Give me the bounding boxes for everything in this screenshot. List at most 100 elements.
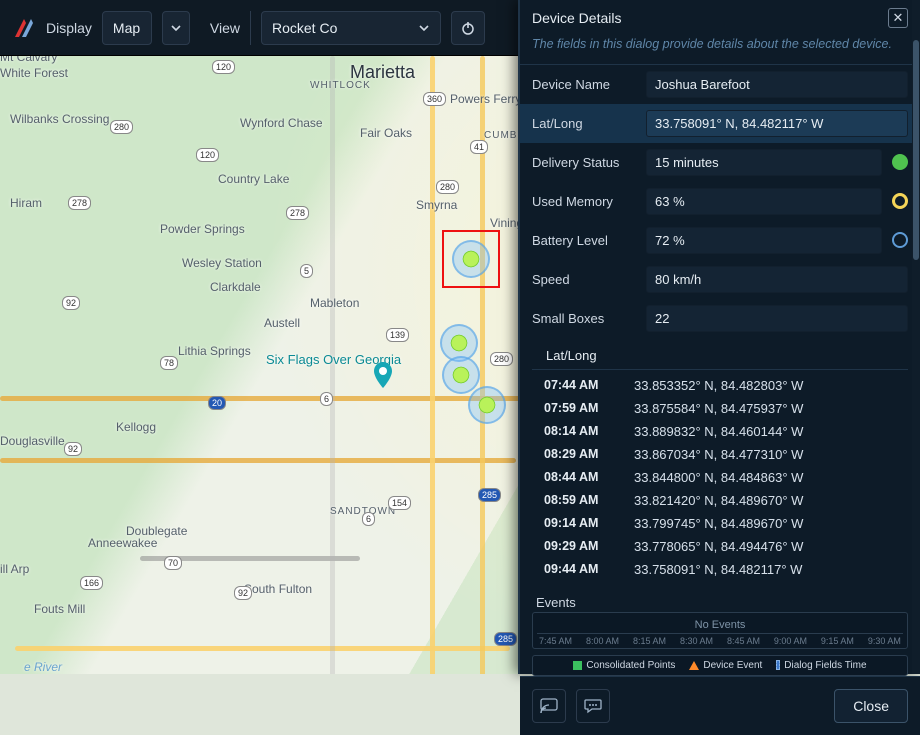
device-marker[interactable] — [442, 356, 480, 394]
map-river-label: e River — [24, 660, 62, 674]
route-shield: 285 — [494, 632, 517, 646]
display-value: Map — [113, 20, 140, 36]
map-place-label: Wesley Station — [182, 256, 262, 270]
map-area-label: WHITLOCK — [310, 80, 371, 91]
route-shield: 70 — [164, 556, 182, 570]
toolbar-divider — [250, 11, 251, 45]
field-label: Speed — [532, 272, 636, 287]
display-caret-button[interactable] — [162, 11, 190, 45]
panel-hint: The fields in this dialog provide detail… — [520, 36, 920, 65]
history-row: 08:59 AM33.821420° N, 84.489670° W — [532, 489, 908, 512]
route-shield: 278 — [286, 206, 309, 220]
cast-button[interactable] — [532, 689, 566, 723]
field-label: Battery Level — [532, 233, 636, 248]
device-event-icon — [689, 661, 699, 670]
field-used-memory: Used Memory 63 % — [520, 182, 920, 221]
poi-pin-icon[interactable] — [374, 362, 392, 388]
field-value[interactable]: 22 — [646, 305, 908, 332]
route-shield: 78 — [160, 356, 178, 370]
map-place-label: Anneewakee — [88, 536, 157, 550]
route-shield: 154 — [388, 496, 411, 510]
selected-device-highlight — [442, 230, 500, 288]
view-label: View — [210, 20, 240, 36]
map-place-label: Lithia Springs — [178, 344, 251, 358]
field-latlong: Lat/Long 33.758091° N, 84.482117° W — [520, 104, 920, 143]
map-place-label: Mt Calvary — [0, 56, 57, 64]
route-shield: 92 — [62, 296, 80, 310]
chat-icon — [584, 698, 602, 714]
history-row: 09:14 AM33.799745° N, 84.489670° W — [532, 512, 908, 535]
timeline-legend: Consolidated Points Device Event Dialog … — [532, 655, 908, 676]
field-value[interactable]: 72 % — [646, 227, 882, 254]
map-place-label: Kellogg — [116, 420, 156, 434]
events-heading: Events — [532, 589, 908, 612]
field-value[interactable]: 15 minutes — [646, 149, 882, 176]
route-shield: 41 — [470, 140, 488, 154]
field-device-name: Device Name Joshua Barefoot — [520, 65, 920, 104]
history-row: 08:29 AM33.867034° N, 84.477310° W — [532, 443, 908, 466]
route-shield: 120 — [212, 60, 235, 74]
route-shield: 360 — [423, 92, 446, 106]
power-button[interactable] — [451, 11, 485, 45]
field-value[interactable]: Joshua Barefoot — [646, 71, 908, 98]
panel-close-button[interactable]: ✕ — [888, 8, 908, 28]
route-shield: 139 — [386, 328, 409, 342]
route-shield: 166 — [80, 576, 103, 590]
field-small-boxes: Small Boxes 22 — [520, 299, 920, 338]
field-label: Device Name — [532, 77, 636, 92]
status-indicator-icon — [892, 232, 908, 248]
close-button[interactable]: Close — [834, 689, 908, 723]
panel-scrollbar[interactable] — [912, 0, 920, 674]
chat-button[interactable] — [576, 689, 610, 723]
history-row: 07:59 AM33.875584° N, 84.475937° W — [532, 397, 908, 420]
route-shield: 92 — [64, 442, 82, 456]
dialog-time-icon — [776, 660, 780, 670]
chevron-down-icon — [170, 22, 182, 34]
route-shield: 20 — [208, 396, 226, 410]
events-timeline[interactable]: No Events 7:45 AM 8:00 AM 8:15 AM 8:30 A… — [532, 612, 908, 649]
panel-footer: Close — [520, 676, 920, 735]
map-place-label: South Fulton — [244, 582, 312, 596]
route-shield: 92 — [234, 586, 252, 600]
field-label: Lat/Long — [532, 116, 636, 131]
field-label: Used Memory — [532, 194, 636, 209]
route-shield: 280 — [490, 352, 513, 366]
route-shield: 6 — [362, 512, 375, 526]
map-place-label: Douglasville — [0, 434, 65, 448]
display-label: Display — [46, 20, 92, 36]
map-place-label: Clarkdale — [210, 280, 261, 294]
view-select[interactable]: Rocket Co — [261, 11, 441, 45]
map-place-label: Smyrna — [416, 198, 457, 212]
history-row: 08:14 AM33.889832° N, 84.460144° W — [532, 420, 908, 443]
route-shield: 6 — [320, 392, 333, 406]
route-shield: 278 — [68, 196, 91, 210]
display-select[interactable]: Map — [102, 11, 152, 45]
map-place-label: Fouts Mill — [34, 602, 85, 616]
field-battery-level: Battery Level 72 % — [520, 221, 920, 260]
map-place-label: Country Lake — [218, 172, 289, 186]
latlong-history: 07:44 AM33.853352° N, 84.482803° W 07:59… — [520, 370, 920, 589]
no-events-label: No Events — [537, 619, 903, 634]
history-row: 09:44 AM33.758091° N, 84.482117° W — [532, 558, 908, 581]
field-value[interactable]: 80 km/h — [646, 266, 908, 293]
route-shield: 5 — [300, 264, 313, 278]
device-details-panel: Device Details ✕ The fields in this dial… — [518, 0, 920, 674]
history-heading: Lat/Long — [532, 338, 908, 370]
view-value: Rocket Co — [272, 20, 337, 36]
device-marker[interactable] — [468, 386, 506, 424]
consolidated-icon — [573, 661, 582, 670]
field-value[interactable]: 63 % — [646, 188, 882, 215]
cast-icon — [540, 698, 558, 714]
map-place-label: Powers Ferry — [450, 92, 521, 106]
status-indicator-icon — [892, 154, 908, 170]
history-row: 07:44 AM33.853352° N, 84.482803° W — [532, 374, 908, 397]
events-section: Events No Events 7:45 AM 8:00 AM 8:15 AM… — [532, 589, 908, 676]
map-place-label: Austell — [264, 316, 300, 330]
route-shield: 280 — [436, 180, 459, 194]
map-place-label: ill Arp — [0, 562, 29, 576]
route-shield: 280 — [110, 120, 133, 134]
history-row: 09:29 AM33.778065° N, 84.494476° W — [532, 535, 908, 558]
route-shield: 120 — [196, 148, 219, 162]
map-place-label: Hiram — [10, 196, 42, 210]
field-value[interactable]: 33.758091° N, 84.482117° W — [646, 110, 908, 137]
